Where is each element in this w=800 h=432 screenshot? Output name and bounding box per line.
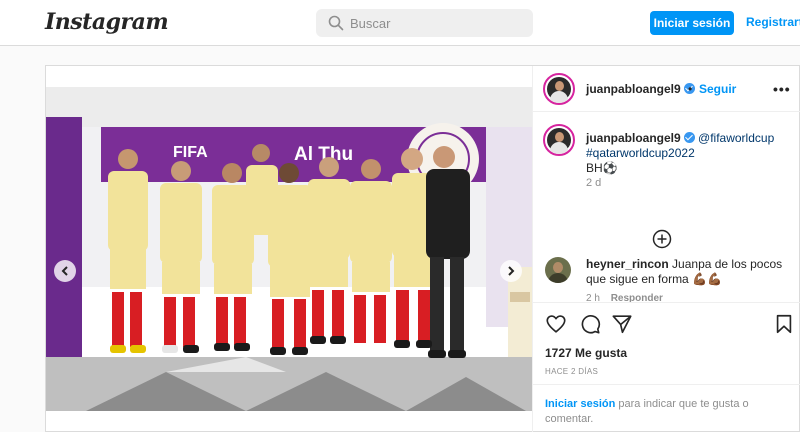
team-photo-illustration: FIFA Al Thu xyxy=(46,87,532,411)
search-icon xyxy=(328,15,344,31)
search-input[interactable] xyxy=(350,13,520,33)
separator-dot: • xyxy=(688,82,693,96)
add-circle-icon[interactable] xyxy=(652,229,672,249)
caption-author[interactable]: juanpabloangel9 xyxy=(586,131,681,145)
heart-icon[interactable] xyxy=(545,313,567,335)
caption-avatar[interactable] xyxy=(543,124,575,156)
next-photo-button[interactable] xyxy=(500,260,522,282)
caption-text: juanpabloangel9 @fifaworldcup #qatarworl… xyxy=(586,131,791,176)
chevron-left-icon xyxy=(61,266,68,276)
caption-hashtag[interactable]: #qatarworldcup2022 xyxy=(586,146,695,160)
comment-text: heyner_rincon Juanpa de los pocos que si… xyxy=(586,257,796,287)
post-card: FIFA Al Thu juanpabloangel9 • Seguir •••… xyxy=(45,65,800,432)
sign-fifa: FIFA xyxy=(173,144,208,161)
search-box[interactable] xyxy=(316,9,533,37)
commenter-avatar[interactable] xyxy=(545,257,571,283)
caption-time[interactable]: 2 d xyxy=(586,177,601,189)
comment-item: heyner_rincon Juanpa de los pocos que si… xyxy=(533,253,800,303)
commenter-username[interactable]: heyner_rincon xyxy=(586,257,669,271)
login-button[interactable]: Iniciar sesión xyxy=(650,11,734,35)
person-black-jacket xyxy=(426,146,470,352)
comment-icon[interactable] xyxy=(579,313,601,335)
register-link[interactable]: Registrarte xyxy=(746,15,800,29)
caption-mention[interactable]: @fifaworldcup xyxy=(698,131,774,145)
follow-button[interactable]: Seguir xyxy=(699,82,736,96)
login-prompt: Iniciar sesión para indicar que te gusta… xyxy=(533,384,800,432)
bookmark-icon[interactable] xyxy=(773,313,795,335)
author-username[interactable]: juanpabloangel9 xyxy=(586,82,695,96)
caption-body: BH⚽ xyxy=(586,161,618,175)
post-actions xyxy=(533,302,800,342)
instagram-logo[interactable]: Instagram xyxy=(45,9,169,35)
post-header: juanpabloangel9 • Seguir ••• xyxy=(533,66,800,112)
more-options-icon[interactable]: ••• xyxy=(773,81,791,97)
login-link[interactable]: Iniciar sesión xyxy=(545,398,615,410)
chevron-right-icon xyxy=(508,266,515,276)
likes-count[interactable]: 1727 Me gusta xyxy=(545,346,627,360)
author-avatar[interactable] xyxy=(543,73,575,105)
verified-badge-icon xyxy=(683,132,695,143)
post-photo[interactable]: FIFA Al Thu xyxy=(46,87,532,411)
top-navigation-bar: Instagram Iniciar sesión Registrarte xyxy=(0,0,800,46)
author-username-text[interactable]: juanpabloangel9 xyxy=(586,82,681,96)
post-age[interactable]: HACE 2 DÍAS xyxy=(545,367,598,376)
previous-photo-button[interactable] xyxy=(54,260,76,282)
post-side-panel: juanpabloangel9 • Seguir ••• juanpabloan… xyxy=(532,66,800,432)
share-icon[interactable] xyxy=(611,313,633,335)
